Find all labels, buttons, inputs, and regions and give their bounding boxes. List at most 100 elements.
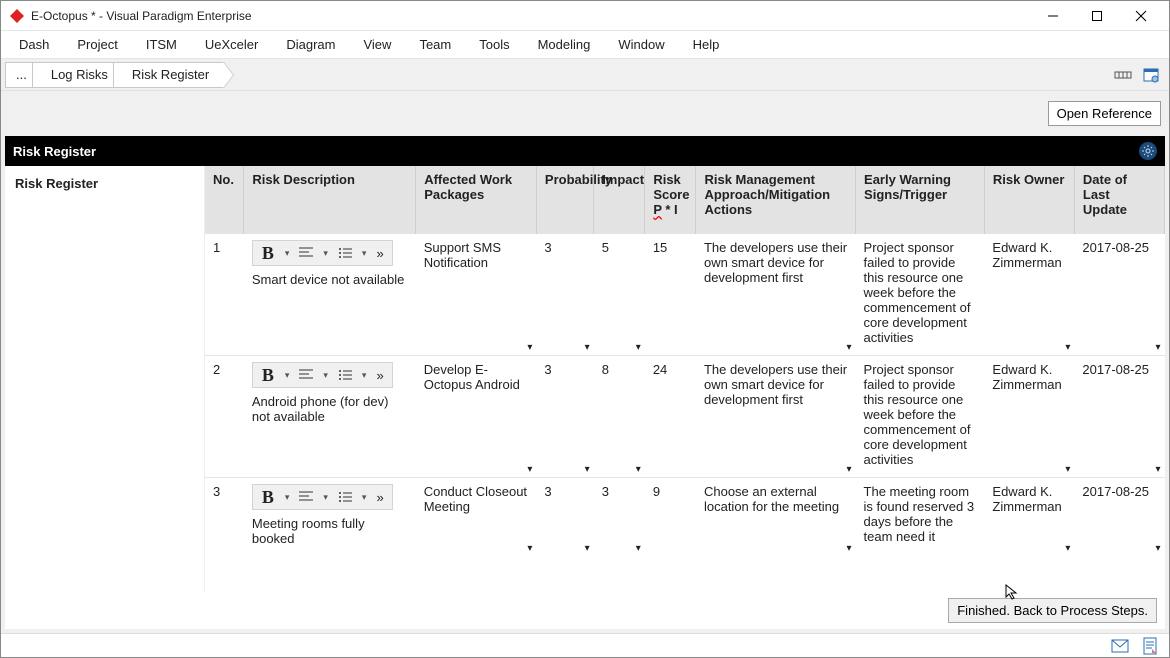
cell-desc[interactable]: B ▾ ▾ ▾ » Android phone (for dev) not ava… bbox=[244, 356, 416, 478]
cell-date[interactable]: 2017-08-25▾ bbox=[1074, 234, 1164, 356]
toolbar-measure-icon[interactable] bbox=[1113, 65, 1133, 85]
bold-dropdown-icon[interactable]: ▾ bbox=[283, 492, 292, 503]
cell-date[interactable]: 2017-08-25▾ bbox=[1074, 478, 1164, 557]
menu-diagram[interactable]: Diagram bbox=[272, 33, 349, 56]
rich-text-toolbar[interactable]: B ▾ ▾ ▾ » bbox=[252, 362, 393, 388]
dropdown-icon[interactable]: ▾ bbox=[847, 543, 852, 554]
menu-window[interactable]: Window bbox=[604, 33, 678, 56]
cell-prob[interactable]: 3▾ bbox=[536, 478, 593, 557]
bold-button[interactable]: B bbox=[257, 364, 279, 386]
menu-dash[interactable]: Dash bbox=[5, 33, 63, 56]
toolbar-more-icon[interactable]: » bbox=[372, 246, 387, 261]
bold-button[interactable]: B bbox=[257, 486, 279, 508]
cell-awp[interactable]: Support SMS Notification▾ bbox=[416, 234, 537, 356]
dropdown-icon[interactable]: ▾ bbox=[847, 342, 852, 353]
cell-approach[interactable]: Choose an external location for the meet… bbox=[696, 478, 856, 557]
breadcrumb-seg-1[interactable]: Log Risks bbox=[32, 62, 123, 88]
align-button[interactable] bbox=[295, 486, 317, 508]
menu-help[interactable]: Help bbox=[679, 33, 734, 56]
dropdown-icon[interactable]: ▾ bbox=[585, 543, 590, 554]
toolbar-window-icon[interactable] bbox=[1141, 65, 1161, 85]
cell-impact[interactable]: 3▾ bbox=[594, 478, 645, 557]
toolbar-more-icon[interactable]: » bbox=[372, 368, 387, 383]
cell-warning[interactable]: Project sponsor failed to provide this r… bbox=[856, 356, 985, 478]
cell-impact[interactable]: 5▾ bbox=[594, 234, 645, 356]
cell-awp[interactable]: Develop E-Octopus Android▾ bbox=[416, 356, 537, 478]
list-button[interactable] bbox=[334, 364, 356, 386]
cell-desc[interactable]: B ▾ ▾ ▾ » Smart device not available bbox=[244, 234, 416, 356]
close-button[interactable] bbox=[1119, 2, 1163, 30]
list-dropdown-icon[interactable]: ▾ bbox=[360, 492, 369, 503]
dropdown-icon[interactable]: ▾ bbox=[1155, 464, 1160, 475]
cell-warning[interactable]: The meeting room is found reserved 3 day… bbox=[856, 478, 985, 557]
align-button[interactable] bbox=[295, 364, 317, 386]
mail-icon[interactable] bbox=[1111, 637, 1129, 655]
dropdown-icon[interactable]: ▾ bbox=[1155, 543, 1160, 554]
col-header-desc[interactable]: Risk Description bbox=[244, 166, 416, 234]
list-button[interactable] bbox=[334, 486, 356, 508]
dropdown-icon[interactable]: ▾ bbox=[527, 464, 532, 475]
menu-view[interactable]: View bbox=[349, 33, 405, 56]
cell-approach[interactable]: The developers use their own smart devic… bbox=[696, 356, 856, 478]
cell-owner[interactable]: Edward K. Zimmerman▾ bbox=[984, 356, 1074, 478]
dropdown-icon[interactable]: ▾ bbox=[527, 543, 532, 554]
col-header-awp[interactable]: Affected Work Packages bbox=[416, 166, 537, 234]
bold-dropdown-icon[interactable]: ▾ bbox=[283, 248, 292, 259]
col-header-no[interactable]: No. bbox=[205, 166, 244, 234]
align-dropdown-icon[interactable]: ▾ bbox=[321, 370, 330, 381]
note-icon[interactable] bbox=[1141, 637, 1159, 655]
cell-prob[interactable]: 3▾ bbox=[536, 234, 593, 356]
cell-warning[interactable]: Project sponsor failed to provide this r… bbox=[856, 234, 985, 356]
dropdown-icon[interactable]: ▾ bbox=[585, 464, 590, 475]
desc-text[interactable]: Meeting rooms fully booked bbox=[252, 516, 408, 546]
col-header-owner[interactable]: Risk Owner bbox=[984, 166, 1074, 234]
menu-team[interactable]: Team bbox=[405, 33, 465, 56]
cell-impact[interactable]: 8▾ bbox=[594, 356, 645, 478]
open-reference-button[interactable]: Open Reference bbox=[1048, 101, 1161, 126]
rich-text-toolbar[interactable]: B ▾ ▾ ▾ » bbox=[252, 484, 393, 510]
menu-modeling[interactable]: Modeling bbox=[524, 33, 605, 56]
dropdown-icon[interactable]: ▾ bbox=[636, 543, 641, 554]
desc-text[interactable]: Android phone (for dev) not available bbox=[252, 394, 408, 424]
cell-approach[interactable]: The developers use their own smart devic… bbox=[696, 234, 856, 356]
menu-uexceler[interactable]: UeXceler bbox=[191, 33, 272, 56]
list-dropdown-icon[interactable]: ▾ bbox=[360, 370, 369, 381]
col-header-impact[interactable]: Impact bbox=[594, 166, 645, 234]
col-header-prob[interactable]: Probability bbox=[536, 166, 593, 234]
rich-text-toolbar[interactable]: B ▾ ▾ ▾ » bbox=[252, 240, 393, 266]
menu-tools[interactable]: Tools bbox=[465, 33, 523, 56]
col-header-score[interactable]: Risk Score P * I bbox=[645, 166, 696, 234]
dropdown-icon[interactable]: ▾ bbox=[1065, 543, 1070, 554]
bold-dropdown-icon[interactable]: ▾ bbox=[283, 370, 292, 381]
dropdown-icon[interactable]: ▾ bbox=[585, 342, 590, 353]
list-dropdown-icon[interactable]: ▾ bbox=[360, 248, 369, 259]
dropdown-icon[interactable]: ▾ bbox=[1155, 342, 1160, 353]
cell-owner[interactable]: Edward K. Zimmerman▾ bbox=[984, 234, 1074, 356]
cell-prob[interactable]: 3▾ bbox=[536, 356, 593, 478]
dropdown-icon[interactable]: ▾ bbox=[847, 464, 852, 475]
menu-project[interactable]: Project bbox=[63, 33, 131, 56]
dropdown-icon[interactable]: ▾ bbox=[527, 342, 532, 353]
maximize-button[interactable] bbox=[1075, 2, 1119, 30]
bold-button[interactable]: B bbox=[257, 242, 279, 264]
cell-date[interactable]: 2017-08-25▾ bbox=[1074, 356, 1164, 478]
list-button[interactable] bbox=[334, 242, 356, 264]
col-header-warning[interactable]: Early Warning Signs/Trigger bbox=[856, 166, 985, 234]
dropdown-icon[interactable]: ▾ bbox=[636, 342, 641, 353]
minimize-button[interactable] bbox=[1031, 2, 1075, 30]
align-dropdown-icon[interactable]: ▾ bbox=[321, 248, 330, 259]
dropdown-icon[interactable]: ▾ bbox=[636, 464, 641, 475]
breadcrumb-seg-2[interactable]: Risk Register bbox=[113, 62, 224, 88]
dropdown-icon[interactable]: ▾ bbox=[1065, 342, 1070, 353]
dropdown-icon[interactable]: ▾ bbox=[1065, 464, 1070, 475]
toolbar-more-icon[interactable]: » bbox=[372, 490, 387, 505]
align-dropdown-icon[interactable]: ▾ bbox=[321, 492, 330, 503]
desc-text[interactable]: Smart device not available bbox=[252, 272, 408, 287]
panel-settings-icon[interactable] bbox=[1139, 142, 1157, 160]
align-button[interactable] bbox=[295, 242, 317, 264]
col-header-approach[interactable]: Risk Management Approach/Mitigation Acti… bbox=[696, 166, 856, 234]
cell-awp[interactable]: Conduct Closeout Meeting▾ bbox=[416, 478, 537, 557]
menu-itsm[interactable]: ITSM bbox=[132, 33, 191, 56]
finished-button[interactable]: Finished. Back to Process Steps. bbox=[948, 598, 1157, 623]
cell-desc[interactable]: B ▾ ▾ ▾ » Meeting rooms fully booked bbox=[244, 478, 416, 557]
